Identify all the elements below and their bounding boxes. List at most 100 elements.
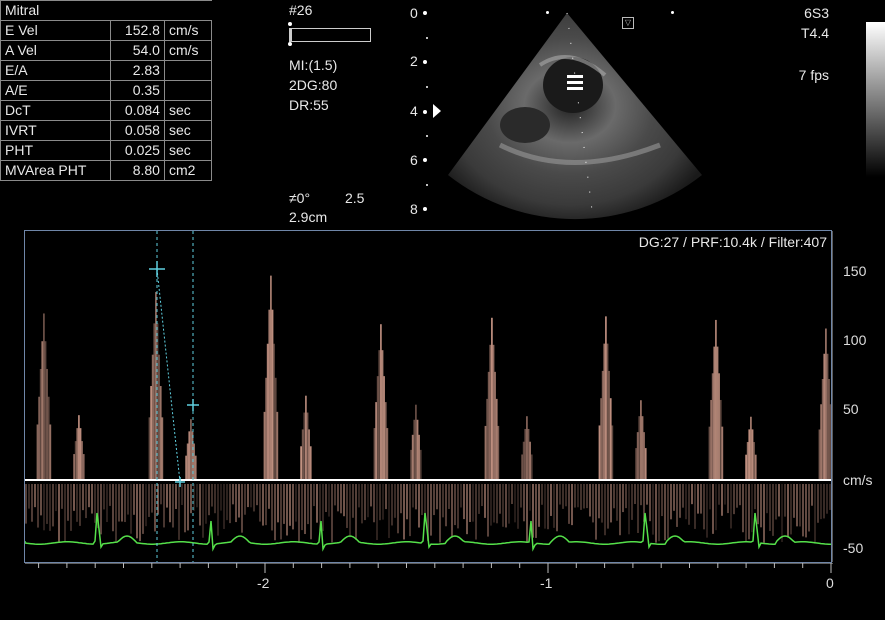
spectral-peak: [375, 402, 377, 480]
spectral-noise: [700, 484, 702, 514]
spectral-peak: [721, 426, 724, 480]
spectral-noise: [829, 484, 831, 510]
spectral-peak: [608, 370, 610, 480]
time-label: -2: [257, 575, 270, 591]
spectral-peak: [381, 350, 384, 480]
spectral-noise: [664, 484, 666, 541]
spectral-noise: [673, 484, 675, 511]
spectral-peak: [47, 396, 50, 480]
spectral-noise: [472, 484, 474, 522]
spectral-peak: [78, 415, 80, 480]
spectral-noise: [229, 484, 231, 524]
spectral-noise: [496, 484, 498, 524]
spectral-noise: [106, 484, 108, 523]
spectral-noise: [91, 484, 93, 514]
spectral-noise: [238, 484, 240, 518]
spectral-noise: [298, 484, 300, 543]
depth-dot: [426, 86, 428, 88]
spectral-noise: [670, 484, 672, 520]
spectral-peak: [76, 428, 79, 480]
spectral-noise: [658, 484, 660, 542]
spectral-noise: [826, 484, 828, 514]
spectral-noise: [763, 484, 765, 543]
spectral-peak: [598, 425, 601, 480]
spectral-peak: [711, 373, 714, 480]
spectral-noise: [166, 484, 168, 508]
spectral-noise: [601, 484, 603, 523]
spectral-noise: [31, 484, 33, 522]
spectral-noise: [199, 484, 201, 526]
spectral-peak: [611, 425, 614, 480]
spectral-noise: [808, 484, 810, 532]
spectral-noise: [754, 484, 756, 510]
spectral-noise: [343, 484, 345, 517]
depth-dot: [426, 184, 428, 186]
spectral-noise: [511, 484, 513, 505]
spectral-noise: [817, 484, 819, 523]
spectral-peak: [43, 313, 45, 480]
spectral-noise: [799, 484, 801, 527]
depth-label: 2: [410, 53, 418, 69]
spectral-noise: [781, 484, 783, 542]
spectral-noise: [100, 484, 102, 535]
spectral-peak: [270, 275, 272, 480]
progress-fill: [290, 29, 292, 41]
spectral-noise: [28, 484, 30, 509]
probe-preset: T4.4: [800, 25, 829, 41]
spectral-noise: [493, 484, 495, 523]
spectral-noise: [133, 484, 135, 515]
spectral-noise: [430, 484, 432, 536]
spectral-peak: [74, 441, 77, 480]
doppler-spectrum: [25, 231, 831, 562]
frame-number: #26: [289, 2, 313, 18]
marker-dot: [288, 22, 292, 26]
spectral-noise: [538, 484, 540, 527]
spectral-noise: [370, 484, 372, 507]
spectral-peak: [640, 400, 642, 480]
spectral-peak: [39, 368, 42, 480]
spectral-noise: [364, 484, 366, 521]
measurement-row: DcT 0.084 sec: [0, 100, 213, 121]
spectral-noise: [385, 484, 387, 510]
spectral-peak: [268, 309, 271, 480]
spectral-noise: [346, 484, 348, 528]
spectral-noise: [388, 484, 390, 539]
spectral-noise: [340, 484, 342, 514]
spectral-peak: [713, 346, 716, 480]
heart-chamber: [500, 107, 550, 143]
depth-dot: [423, 110, 427, 114]
spectral-noise: [334, 484, 336, 506]
spectral-peak: [266, 343, 269, 480]
spectral-noise: [349, 484, 351, 538]
spectral-noise: [736, 484, 738, 508]
spectral-noise: [475, 484, 477, 540]
spectral-peak: [263, 411, 266, 480]
mi-value: MI:(1.5): [289, 57, 338, 73]
spectral-noise: [130, 484, 132, 534]
spectral-noise: [748, 484, 750, 540]
spectral-noise: [205, 484, 207, 524]
spectral-peak: [274, 377, 277, 480]
spectral-noise: [712, 484, 714, 534]
measurement-table: Mitral E Vel 152.8 cm/s A Vel 54.0 cm/s E/A 2…: [0, 0, 213, 181]
spectral-noise: [457, 484, 459, 529]
spectral-noise: [577, 484, 579, 508]
spectral-noise: [328, 484, 330, 517]
spectral-noise: [448, 484, 450, 509]
spectral-peak: [415, 404, 417, 480]
spectral-peak: [305, 395, 307, 480]
spectral-noise: [220, 484, 222, 511]
spectral-noise: [214, 484, 216, 514]
spectral-noise: [67, 484, 69, 521]
progress-bar: [289, 28, 371, 42]
spectral-noise: [241, 484, 243, 533]
spectral-noise: [337, 484, 339, 512]
spectral-peak: [383, 376, 385, 480]
spectral-noise: [724, 484, 726, 505]
spectral-noise: [262, 484, 264, 526]
measurement-row: PHT 0.025 sec: [0, 140, 213, 161]
spectral-peak: [306, 412, 309, 480]
spectral-noise: [520, 484, 522, 508]
spectral-noise: [652, 484, 654, 535]
spectral-peak: [643, 432, 645, 480]
